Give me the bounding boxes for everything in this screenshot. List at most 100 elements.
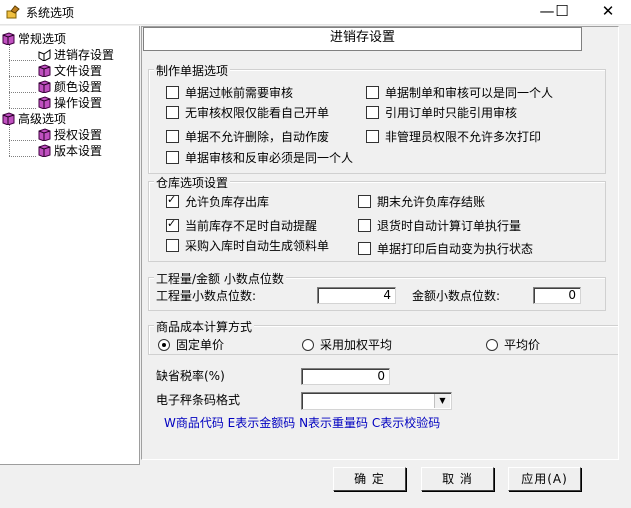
tree-item-label: 进销存设置 — [54, 48, 115, 62]
radio-label: 采用加权平均 — [320, 338, 393, 352]
tree-item-advanced[interactable]: 高级选项 — [2, 110, 66, 127]
checkbox-low-stock-alert[interactable]: 当前库存不足时自动提醒 — [166, 217, 317, 234]
tree-connector — [9, 156, 36, 157]
checkbox-box — [366, 106, 379, 119]
checkbox-label: 退货时自动计算订单执行量 — [377, 219, 522, 233]
checkbox-box — [166, 130, 179, 143]
doc-options-legend: 制作单据选项 — [154, 62, 231, 79]
options-tree[interactable]: 常规选项 进销存设置 文件设置 颜色设置 操作设置 高级选项 授权设置 版本设置 — [0, 26, 140, 465]
checkbox-label: 单据审核和反审必须是同一个人 — [185, 151, 354, 165]
checkbox-return-order-calc[interactable]: 退货时自动计算订单执行量 — [358, 217, 521, 234]
cost-method-legend: 商品成本计算方式 — [154, 318, 255, 335]
barcode-hint: W商品代码 E表示金额码 N表示重量码 C表示校验码 — [164, 416, 441, 430]
checkbox-print-execute[interactable]: 单据打印后自动变为执行状态 — [358, 240, 533, 257]
tree-item-general[interactable]: 常规选项 — [2, 30, 66, 47]
checkbox-label: 无审核权限仅能看自己开单 — [185, 106, 330, 120]
checkbox-same-audit-reverse[interactable]: 单据审核和反审必须是同一个人 — [166, 149, 353, 166]
close-button[interactable]: ✕ — [585, 0, 631, 24]
maximize-button[interactable]: ☐ — [539, 0, 585, 24]
checkbox-negative-closing[interactable]: 期末允许负库存结账 — [358, 193, 485, 210]
checkbox-label: 单据制单和审核可以是同一个人 — [385, 86, 554, 100]
cancel-button[interactable]: 取 消 — [421, 467, 494, 491]
tree-connector — [9, 140, 36, 141]
tree-item-label: 常规选项 — [18, 32, 67, 46]
tree-item-inventory[interactable]: 进销存设置 — [38, 46, 114, 63]
radio-dot — [486, 339, 498, 351]
tree-connector — [9, 76, 36, 77]
app-icon — [6, 5, 20, 19]
tree-item-version[interactable]: 版本设置 — [38, 142, 102, 159]
qty-decimal-label: 工程量小数点位数: — [156, 289, 257, 303]
tree-item-label: 版本设置 — [54, 144, 103, 158]
checkbox-auto-material-req[interactable]: 采购入库时自动生成领料单 — [166, 237, 329, 254]
checkbox-box — [366, 86, 379, 99]
tree-connector — [9, 92, 36, 93]
warehouse-options-legend: 仓库选项设置 — [154, 174, 231, 191]
barcode-format-select[interactable]: ▼ — [301, 392, 452, 410]
checkbox-box — [166, 86, 179, 99]
checkbox-allow-negative-stock[interactable]: 允许负库存出库 — [166, 193, 269, 210]
tax-rate-label: 缺省税率(%) — [156, 369, 225, 383]
chevron-down-icon[interactable]: ▼ — [434, 394, 450, 408]
book-icon — [38, 80, 51, 93]
qty-decimal-input[interactable]: 4 — [317, 287, 396, 304]
radio-average-price[interactable]: 平均价 — [486, 336, 540, 353]
book-icon — [38, 64, 51, 77]
tree-item-label: 文件设置 — [54, 64, 103, 78]
tree-item-label: 颜色设置 — [54, 80, 103, 94]
radio-label: 固定单价 — [176, 338, 225, 352]
book-icon — [38, 128, 51, 141]
radio-dot — [302, 339, 314, 351]
amount-decimal-label: 金额小数点位数: — [412, 289, 501, 303]
checkbox-box — [166, 239, 179, 252]
checkbox-box — [366, 130, 379, 143]
amount-decimal-input[interactable]: 0 — [533, 287, 581, 304]
book-icon — [38, 96, 51, 109]
tax-rate-input[interactable]: 0 — [301, 368, 390, 385]
maximize-icon: ☐ — [555, 2, 569, 20]
checkbox-label: 引用订单时只能引用审核 — [385, 106, 518, 120]
window-title: 系统选项 — [26, 6, 75, 20]
checkbox-box-checked — [166, 193, 179, 208]
checkbox-no-multi-print[interactable]: 非管理员权限不允许多次打印 — [366, 128, 541, 145]
checkbox-label: 非管理员权限不允许多次打印 — [385, 130, 542, 144]
book-open-icon — [38, 49, 51, 61]
tree-item-label: 高级选项 — [18, 112, 67, 126]
checkbox-same-person-audit[interactable]: 单据制单和审核可以是同一个人 — [366, 84, 553, 101]
close-icon: ✕ — [601, 2, 615, 20]
radio-weighted-average[interactable]: 采用加权平均 — [302, 336, 392, 353]
checkbox-label: 单据过帐前需要审核 — [185, 86, 294, 100]
radio-label: 平均价 — [504, 338, 541, 352]
checkbox-box — [358, 195, 371, 208]
book-icon — [2, 112, 15, 125]
checkbox-audit-before-post[interactable]: 单据过帐前需要审核 — [166, 84, 293, 101]
decimal-options-legend: 工程量/金额 小数点位数 — [154, 270, 286, 287]
checkbox-label: 期末允许负库存结账 — [377, 195, 486, 209]
tree-item-file[interactable]: 文件设置 — [38, 62, 102, 79]
checkbox-label: 单据打印后自动变为执行状态 — [377, 242, 534, 256]
ok-button[interactable]: 确 定 — [333, 467, 406, 491]
checkbox-label: 单据不允许删除，自动作废 — [185, 130, 330, 144]
radio-dot-selected — [158, 339, 170, 351]
tree-item-license[interactable]: 授权设置 — [38, 126, 102, 143]
checkbox-box — [166, 151, 179, 164]
panel-header: 进销存设置 — [143, 27, 582, 51]
checkbox-reference-audited[interactable]: 引用订单时只能引用审核 — [366, 104, 517, 121]
book-icon — [38, 144, 51, 157]
checkbox-no-delete[interactable]: 单据不允许删除，自动作废 — [166, 128, 329, 145]
tree-item-label: 操作设置 — [54, 96, 103, 110]
title-bar: 系统选项 — ☐ ✕ — [0, 0, 631, 25]
apply-button[interactable]: 应用(A) — [508, 467, 581, 491]
checkbox-own-docs-only[interactable]: 无审核权限仅能看自己开单 — [166, 104, 329, 121]
checkbox-label: 允许负库存出库 — [185, 195, 270, 209]
tree-connector — [9, 108, 36, 109]
radio-fixed-price[interactable]: 固定单价 — [158, 336, 224, 353]
checkbox-label: 采购入库时自动生成领料单 — [185, 239, 330, 253]
checkbox-box — [358, 242, 371, 255]
checkbox-label: 当前库存不足时自动提醒 — [185, 219, 318, 233]
book-icon — [2, 32, 15, 45]
tree-item-operation[interactable]: 操作设置 — [38, 94, 102, 111]
tree-item-color[interactable]: 颜色设置 — [38, 78, 102, 95]
barcode-format-label: 电子秤条码格式 — [156, 393, 241, 407]
checkbox-box — [166, 106, 179, 119]
